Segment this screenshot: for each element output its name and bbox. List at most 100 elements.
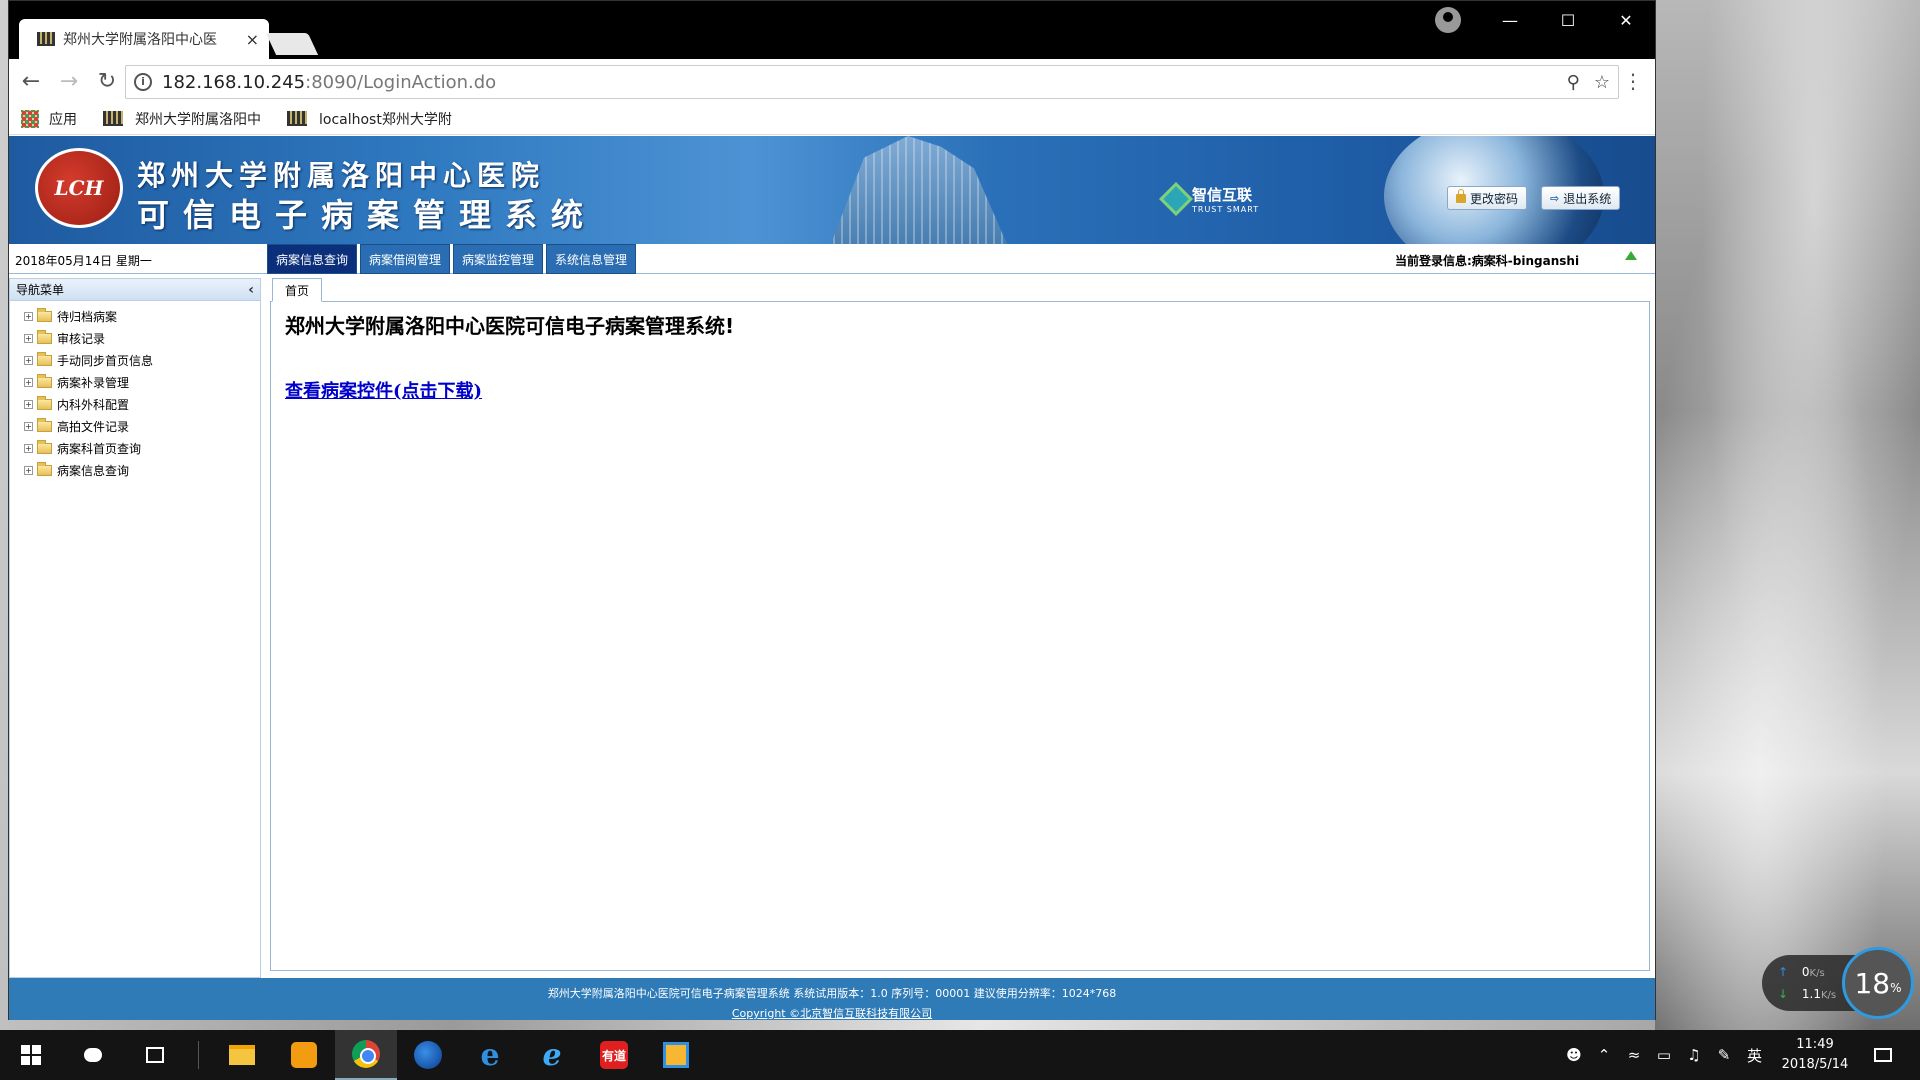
- nav-item-manual-sync[interactable]: + 手动同步首页信息: [24, 349, 260, 371]
- taskbar-youdao[interactable]: 有道: [583, 1030, 645, 1080]
- battery-icon[interactable]: ▭: [1649, 1046, 1679, 1064]
- volume-icon[interactable]: ♫: [1679, 1046, 1709, 1064]
- windows-start-icon: [21, 1045, 41, 1065]
- edge-icon: e: [480, 1037, 500, 1073]
- bookmark-item[interactable]: localhost郑州大学附: [287, 109, 452, 129]
- folder-icon: [37, 417, 52, 432]
- nav-item-homepage-query[interactable]: + 病案科首页查询: [24, 437, 260, 459]
- bookmark-item[interactable]: 郑州大学附属洛阳中: [103, 109, 261, 129]
- nav-item-label: 手动同步首页信息: [57, 353, 154, 368]
- hospital-name: 郑州大学附属洛阳中心医院: [137, 159, 546, 192]
- expand-icon[interactable]: +: [24, 377, 33, 387]
- apps-grid-icon[interactable]: [21, 109, 39, 128]
- taskbar-chrome[interactable]: [335, 1030, 397, 1080]
- menu-tab-monitor-management[interactable]: 病案监控管理: [453, 244, 544, 274]
- task-view-button[interactable]: [124, 1030, 186, 1080]
- show-hidden-icons-icon[interactable]: ⌃: [1589, 1046, 1619, 1064]
- expand-icon[interactable]: +: [24, 333, 33, 343]
- collapse-sidebar-icon[interactable]: ‹: [248, 282, 254, 298]
- cpu-percent-badge: 18%: [1842, 947, 1914, 1019]
- back-icon[interactable]: ←: [15, 69, 47, 94]
- new-tab-button[interactable]: [265, 33, 319, 55]
- start-button[interactable]: [0, 1030, 62, 1080]
- expand-icon[interactable]: +: [24, 443, 33, 453]
- expand-icon[interactable]: +: [24, 311, 33, 321]
- taskbar-ie[interactable]: e: [521, 1030, 583, 1080]
- lock-icon: [1456, 188, 1466, 203]
- file-explorer-icon: [229, 1045, 255, 1065]
- taskbar-app[interactable]: [645, 1030, 707, 1080]
- tab-close-icon[interactable]: ×: [246, 30, 259, 49]
- cortana-button[interactable]: [62, 1030, 124, 1080]
- maximize-icon[interactable]: ☐: [1539, 11, 1597, 30]
- bookmark-label: localhost郑州大学附: [319, 111, 452, 128]
- bookmark-star-icon[interactable]: ☆: [1594, 72, 1610, 93]
- sidebar-navigation: 导航菜单 ‹ + 待归档病案 + 审核记录 + 手动同步首页信息 + 病案补录管理 + 内…: [9, 278, 261, 978]
- taskbar-firefox[interactable]: [397, 1030, 459, 1080]
- nav-item-audit-records[interactable]: + 审核记录: [24, 327, 260, 349]
- nav-item-label: 病案科首页查询: [57, 441, 142, 456]
- download-control-link[interactable]: 查看病案控件(点击下载): [285, 381, 482, 402]
- browser-titlebar: 郑州大学附属洛阳中心医 × — ☐ ✕: [9, 1, 1655, 59]
- nav-item-pending-archive[interactable]: + 待归档病案: [24, 305, 260, 327]
- profile-icon[interactable]: [1435, 7, 1461, 33]
- main-menu-tabs: 病案信息查询 病案借阅管理 病案监控管理 系统信息管理: [267, 244, 637, 274]
- footer-copyright[interactable]: Copyright ©北京智信互联科技有限公司: [9, 1004, 1655, 1024]
- zoom-icon[interactable]: ⚲: [1567, 72, 1580, 93]
- menu-tab-record-query[interactable]: 病案信息查询: [267, 244, 358, 274]
- expand-icon[interactable]: +: [24, 465, 33, 475]
- partner-logo-icon: [1159, 182, 1193, 216]
- nav-item-record-query[interactable]: + 病案信息查询: [24, 459, 260, 481]
- firefox-icon: [414, 1041, 442, 1069]
- change-password-button[interactable]: 更改密码: [1447, 186, 1528, 210]
- action-center-icon[interactable]: [1874, 1048, 1892, 1062]
- partner-text: 智信互联 TRUST SMART: [1192, 184, 1259, 214]
- menu-tab-system-management[interactable]: 系统信息管理: [546, 244, 637, 274]
- expand-icon[interactable]: +: [24, 399, 33, 409]
- expand-icon[interactable]: +: [24, 355, 33, 365]
- clock-time: 11:49: [1796, 1037, 1834, 1052]
- exit-arrow-icon: ⇨: [1550, 191, 1560, 205]
- upload-speed: ↑ 0K/s: [1778, 965, 1825, 979]
- bookmarks-bar: 应用 郑州大学附属洛阳中 localhost郑州大学附: [9, 103, 1655, 135]
- app-icon: [663, 1042, 689, 1068]
- pen-icon[interactable]: ✎: [1709, 1046, 1739, 1064]
- taskbar-file-explorer[interactable]: [211, 1030, 273, 1080]
- input-method-indicator[interactable]: 英: [1747, 1045, 1762, 1066]
- site-header: LCH 郑州大学附属洛阳中心医院 可信电子病案管理系统 智信互联 TRUST S…: [9, 136, 1655, 244]
- nav-item-department-config[interactable]: + 内科外科配置: [24, 393, 260, 415]
- browser-toolbar: ← → ↻ i 182.168.10.245 :8090/LoginAction…: [9, 59, 1655, 103]
- bookmark-apps[interactable]: 应用: [49, 109, 77, 129]
- bookmark-favicon-icon: [287, 111, 307, 126]
- browser-tab[interactable]: 郑州大学附属洛阳中心医 ×: [19, 19, 269, 59]
- menu-tab-borrow-management[interactable]: 病案借阅管理: [360, 244, 451, 274]
- content-panel: 郑州大学附属洛阳中心医院可信电子病案管理系统! 查看病案控件(点击下载): [270, 301, 1650, 971]
- reload-icon[interactable]: ↻: [91, 69, 123, 94]
- site-info-icon[interactable]: i: [134, 73, 152, 91]
- taskbar-weather-app[interactable]: [273, 1030, 335, 1080]
- nav-item-supplement-management[interactable]: + 病案补录管理: [24, 371, 260, 393]
- nav-item-label: 高拍文件记录: [57, 419, 130, 434]
- youdao-icon: 有道: [600, 1041, 628, 1069]
- system-clock[interactable]: 11:49 2018/5/14: [1770, 1035, 1860, 1075]
- minimize-icon[interactable]: —: [1481, 11, 1539, 30]
- nav-item-label: 内科外科配置: [57, 397, 130, 412]
- forward-icon[interactable]: →: [53, 69, 85, 94]
- taskbar-edge[interactable]: e: [459, 1030, 521, 1080]
- nav-item-scan-file-records[interactable]: + 高拍文件记录: [24, 415, 260, 437]
- expand-icon[interactable]: +: [24, 421, 33, 431]
- windows-taskbar: e e 有道 ☻ ⌃ ≈ ▭ ♫ ✎ 英 11:49 2018/5/14: [0, 1030, 1920, 1080]
- wifi-icon[interactable]: ≈: [1619, 1046, 1649, 1064]
- upload-arrow-icon: ↑: [1778, 965, 1789, 979]
- download-arrow-icon: ↓: [1778, 987, 1789, 1001]
- logout-button[interactable]: ⇨ 退出系统: [1541, 186, 1621, 210]
- nav-item-label: 审核记录: [57, 331, 106, 346]
- browser-menu-icon[interactable]: ⋮: [1623, 69, 1643, 93]
- close-window-icon[interactable]: ✕: [1597, 11, 1655, 30]
- weather-app-icon: [291, 1042, 317, 1068]
- address-bar[interactable]: i 182.168.10.245 :8090/LoginAction.do ⚲ …: [125, 65, 1619, 99]
- tab-home[interactable]: 首页: [272, 278, 323, 302]
- network-speed-widget[interactable]: ↑ 0K/s ↓ 1.1K/s 18%: [1762, 947, 1914, 1019]
- people-icon[interactable]: ☻: [1559, 1046, 1589, 1064]
- scroll-up-icon[interactable]: [1625, 251, 1637, 260]
